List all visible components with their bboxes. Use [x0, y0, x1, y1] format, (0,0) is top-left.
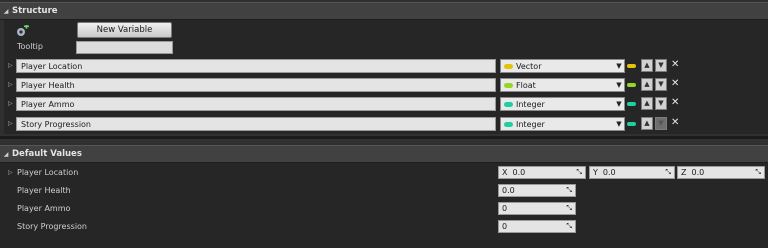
variable-name-field-player-location[interactable]: Player Location — [16, 59, 496, 73]
type-pin-icon — [627, 102, 636, 106]
location-y-input[interactable]: Y 0.0 ⤡ — [589, 166, 675, 179]
variable-type: Integer — [516, 119, 545, 129]
default-values-title: Default Values — [12, 149, 82, 159]
type-pin-icon — [627, 83, 636, 87]
structure-title: Structure — [12, 6, 58, 16]
move-down-button[interactable]: ▼ — [655, 59, 667, 72]
x-axis-label: X — [502, 168, 508, 177]
type-pill-icon — [504, 121, 513, 127]
arrow-up-icon: ▲ — [644, 61, 650, 69]
type-pin-icon — [627, 122, 636, 126]
default-player-location-label: Player Location — [17, 168, 79, 177]
delete-variable-button[interactable]: ✕ — [671, 59, 679, 70]
resize-grip-icon[interactable]: ⤡ — [665, 168, 671, 177]
default-values-header[interactable]: ◢ Default Values — [0, 145, 768, 163]
arrow-up-icon: ▲ — [644, 99, 650, 107]
new-variable-button[interactable]: New Variable — [77, 22, 172, 38]
default-player-health-label: Player Health — [17, 186, 71, 195]
location-x-input[interactable]: X 0.0 ⤡ — [498, 166, 586, 179]
type-pill-icon — [504, 63, 513, 69]
variable-type-select-player-health[interactable]: Float ▼ — [500, 78, 625, 92]
section-divider — [0, 136, 768, 139]
arrow-down-icon: ▼ — [658, 61, 664, 69]
move-up-button[interactable]: ▲ — [641, 78, 653, 91]
close-icon: ✕ — [671, 117, 680, 128]
close-icon: ✕ — [671, 97, 680, 108]
type-pill-icon — [504, 82, 513, 88]
move-down-button[interactable]: ▼ — [655, 117, 667, 130]
chevron-down-icon[interactable]: ▼ — [614, 62, 624, 70]
type-pill-icon — [504, 101, 513, 107]
resize-grip-icon[interactable]: ⤡ — [566, 204, 572, 213]
z-axis-label: Z — [681, 168, 687, 177]
move-up-button[interactable]: ▲ — [641, 59, 653, 72]
variable-name-field-player-health[interactable]: Player Health — [16, 78, 496, 92]
variable-name: Player Location — [21, 61, 83, 71]
delete-variable-button[interactable]: ✕ — [671, 78, 679, 89]
delete-variable-button[interactable]: ✕ — [671, 117, 679, 128]
location-y-value: 0.0 — [602, 168, 616, 177]
collapse-triangle-icon[interactable]: ◢ — [0, 8, 12, 15]
delete-variable-button[interactable]: ✕ — [671, 97, 679, 108]
variable-type: Float — [516, 80, 536, 90]
story-progression-value: 0 — [502, 222, 508, 231]
chevron-down-icon[interactable]: ▼ — [614, 81, 624, 89]
move-up-button[interactable]: ▲ — [641, 97, 653, 110]
expand-triangle-icon[interactable]: ▷ — [8, 100, 13, 107]
story-progression-input[interactable]: 0 ⤡ — [498, 220, 576, 233]
arrow-up-icon: ▲ — [644, 119, 650, 127]
chevron-down-icon[interactable]: ▼ — [614, 100, 624, 108]
expand-triangle-icon[interactable]: ▷ — [8, 169, 13, 176]
resize-grip-icon[interactable]: ⤡ — [566, 186, 572, 195]
resize-grip-icon[interactable]: ⤡ — [566, 222, 572, 231]
default-story-progression-label: Story Progression — [17, 222, 88, 231]
y-axis-label: Y — [593, 168, 598, 177]
location-z-value: 0.0 — [691, 168, 705, 177]
move-down-button[interactable]: ▼ — [655, 78, 667, 91]
add-variable-icon[interactable] — [16, 25, 30, 37]
variable-type-select-player-location[interactable]: Vector ▼ — [500, 59, 625, 73]
resize-grip-icon[interactable]: ⤡ — [755, 168, 761, 177]
resize-grip-icon[interactable]: ⤡ — [576, 168, 582, 177]
variable-name: Player Health — [21, 80, 75, 90]
location-x-value: 0.0 — [512, 168, 526, 177]
move-up-button[interactable]: ▲ — [641, 117, 653, 130]
arrow-down-icon: ▼ — [658, 99, 664, 107]
arrow-down-icon: ▼ — [658, 80, 664, 88]
variable-name: Story Progression — [21, 119, 92, 129]
chevron-down-icon[interactable]: ▼ — [614, 120, 624, 128]
player-health-value: 0.0 — [502, 186, 515, 195]
arrow-up-icon: ▲ — [644, 80, 650, 88]
expand-triangle-icon[interactable]: ▷ — [8, 120, 13, 127]
player-ammo-value: 0 — [502, 204, 508, 213]
variable-name-field-story-progression[interactable]: Story Progression — [16, 117, 496, 131]
expand-triangle-icon[interactable]: ▷ — [8, 81, 13, 88]
variable-name-field-player-ammo[interactable]: Player Ammo — [16, 97, 496, 111]
move-down-button[interactable]: ▼ — [655, 97, 667, 110]
structure-header[interactable]: ◢ Structure — [0, 2, 768, 20]
variable-type-select-story-progression[interactable]: Integer ▼ — [500, 117, 625, 131]
variable-name: Player Ammo — [21, 99, 75, 109]
arrow-down-icon: ▼ — [658, 119, 664, 127]
player-health-input[interactable]: 0.0 ⤡ — [498, 184, 576, 197]
variable-type: Integer — [516, 99, 545, 109]
tooltip-label: Tooltip — [17, 42, 43, 51]
collapse-triangle-icon[interactable]: ◢ — [0, 151, 12, 158]
expand-triangle-icon[interactable]: ▷ — [8, 62, 13, 69]
type-pin-icon — [627, 64, 636, 68]
player-ammo-input[interactable]: 0 ⤡ — [498, 202, 576, 215]
close-icon: ✕ — [671, 59, 680, 70]
tooltip-input[interactable] — [76, 41, 173, 54]
variable-type: Vector — [516, 61, 542, 71]
variable-type-select-player-ammo[interactable]: Integer ▼ — [500, 97, 625, 111]
location-z-input[interactable]: Z 0.0 ⤡ — [677, 166, 765, 179]
default-player-ammo-label: Player Ammo — [17, 204, 71, 213]
close-icon: ✕ — [671, 78, 680, 89]
